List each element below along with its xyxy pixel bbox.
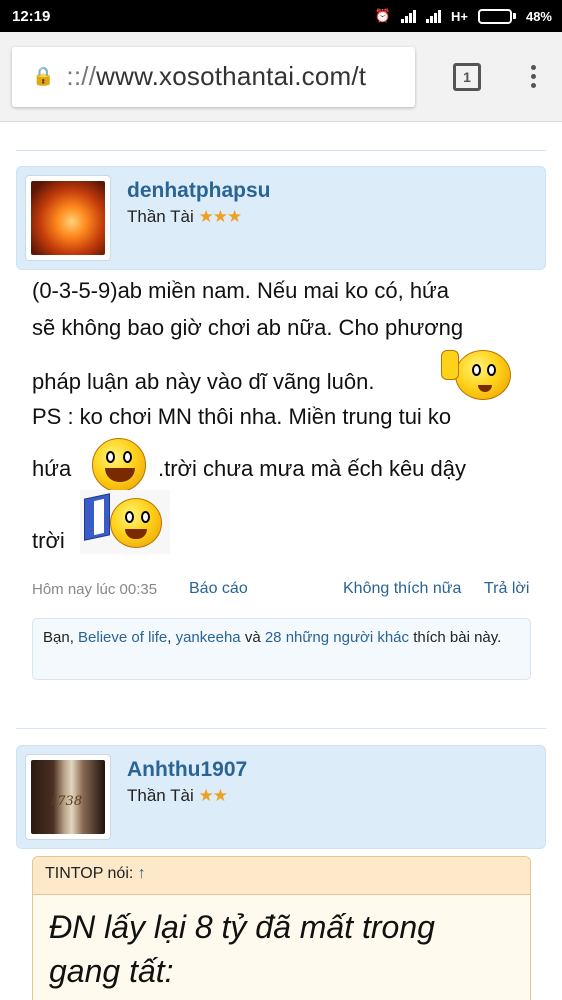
- post-text-line: hứa: [32, 456, 72, 481]
- liker-link[interactable]: Believe of life: [78, 629, 167, 646]
- likes-summary: Bạn, Believe of life, yankeeha và 28 nhữ…: [32, 618, 531, 680]
- grin-smiley-icon: [92, 438, 146, 492]
- post-text-line: .trời chưa mưa mà ếch kêu dậy: [158, 456, 466, 481]
- username-link[interactable]: Anhthu1907: [127, 758, 247, 782]
- likers-others-link[interactable]: 28 những người khác: [265, 629, 409, 646]
- divider: [16, 728, 546, 729]
- clock: 12:19: [12, 7, 51, 25]
- user-rank: Thần Tài ★★★: [127, 207, 242, 226]
- post-author-bar: denhatphapsu Thần Tài ★★★: [16, 166, 546, 270]
- post-text-line: pháp luận ab này vào dĩ vãng luôn.: [32, 369, 375, 394]
- quote-jump-icon[interactable]: ↑: [138, 865, 146, 882]
- avatar[interactable]: [25, 175, 111, 261]
- report-link[interactable]: Báo cáo: [189, 580, 248, 598]
- quote-text: ĐN lấy lại 8 tỷ đã mất trong gang tất:: [49, 909, 435, 989]
- username-link[interactable]: denhatphapsu: [127, 179, 271, 203]
- address-bar[interactable]: 🔒 :://www.xosothantai.com/t: [12, 46, 415, 107]
- signal-icon-2: [425, 9, 441, 23]
- alarm-icon: ⏰: [374, 8, 391, 23]
- reply-link[interactable]: Trả lời: [484, 580, 529, 598]
- status-icons: ⏰ H+ 48%: [375, 8, 552, 24]
- hand-icon: [441, 350, 459, 380]
- thinking-smiley-icon: [455, 350, 511, 400]
- post-text-line: (0-3-5-9)ab miền nam. Nếu mai ko có, hứa: [32, 278, 450, 303]
- battery-percent: 48%: [525, 8, 552, 24]
- tab-switcher-button[interactable]: 1: [453, 62, 481, 91]
- post-text-line: trời: [32, 528, 65, 553]
- post-text-line: sẽ không bao giờ chơi ab nữa. Cho phương: [32, 315, 464, 340]
- user-rank: Thần Tài ★★: [127, 786, 228, 805]
- browser-toolbar: 🔒 :://www.xosothantai.com/t 1: [0, 32, 562, 122]
- post-date[interactable]: Hôm nay lúc 00:35: [32, 581, 157, 598]
- url-text[interactable]: :://www.xosothantai.com/t: [66, 61, 366, 92]
- status-bar: 12:19 ⏰ H+ 48%: [0, 0, 562, 32]
- network-type: H+: [450, 8, 468, 24]
- battery-icon: [477, 8, 516, 24]
- overflow-menu-icon[interactable]: [531, 65, 536, 88]
- signal-icon: [400, 9, 416, 23]
- divider: [16, 150, 546, 151]
- thread-content: denhatphapsu Thần Tài ★★★ (0-3-5-9)ab mi…: [0, 122, 562, 1000]
- liker-link[interactable]: yankeeha: [176, 629, 241, 646]
- quote-block: TINTOP nói: ↑ ĐN lấy lại 8 tỷ đã mất tro…: [32, 856, 531, 1000]
- quote-header: TINTOP nói: ↑: [33, 857, 530, 895]
- laugh-smiley-icon: [80, 490, 170, 554]
- unlike-link[interactable]: Không thích nữa: [343, 580, 461, 598]
- avatar[interactable]: [25, 754, 111, 840]
- post-author-bar: Anhthu1907 Thần Tài ★★: [16, 745, 546, 849]
- lock-icon: 🔒: [32, 66, 55, 86]
- post-text-line: PS : ko chơi MN thôi nha. Miền trung tui…: [32, 404, 452, 429]
